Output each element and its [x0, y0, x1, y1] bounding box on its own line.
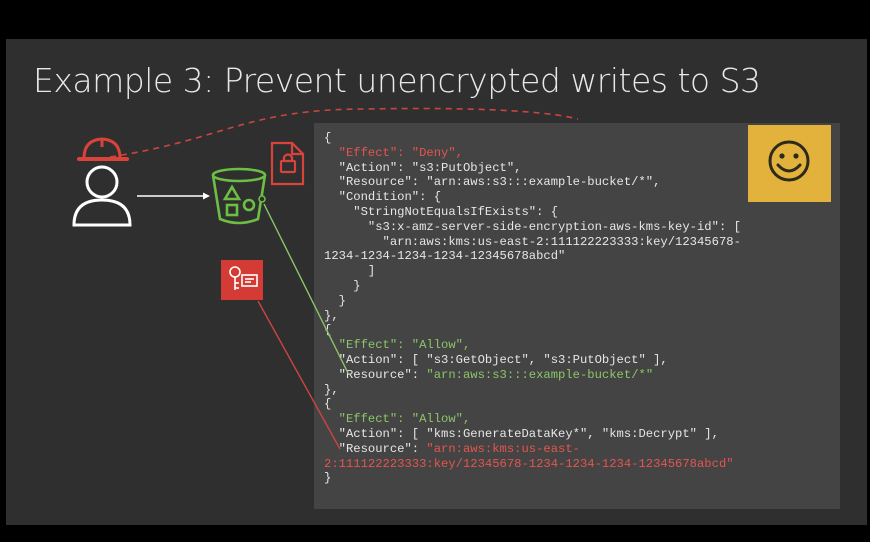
s3-bucket-icon: [211, 167, 267, 225]
locked-document-icon: [270, 141, 305, 186]
bucket-connector: [263, 203, 349, 374]
diagram-layer: [72, 107, 579, 450]
presentation-slide: Example 3: Prevent unencrypted writes to…: [6, 39, 867, 525]
key-connector: [257, 300, 341, 450]
user-icon: [72, 165, 132, 227]
arrow-icon: [137, 192, 210, 200]
dashed-connector: [109, 107, 579, 158]
hard-hat-icon: [77, 137, 129, 161]
